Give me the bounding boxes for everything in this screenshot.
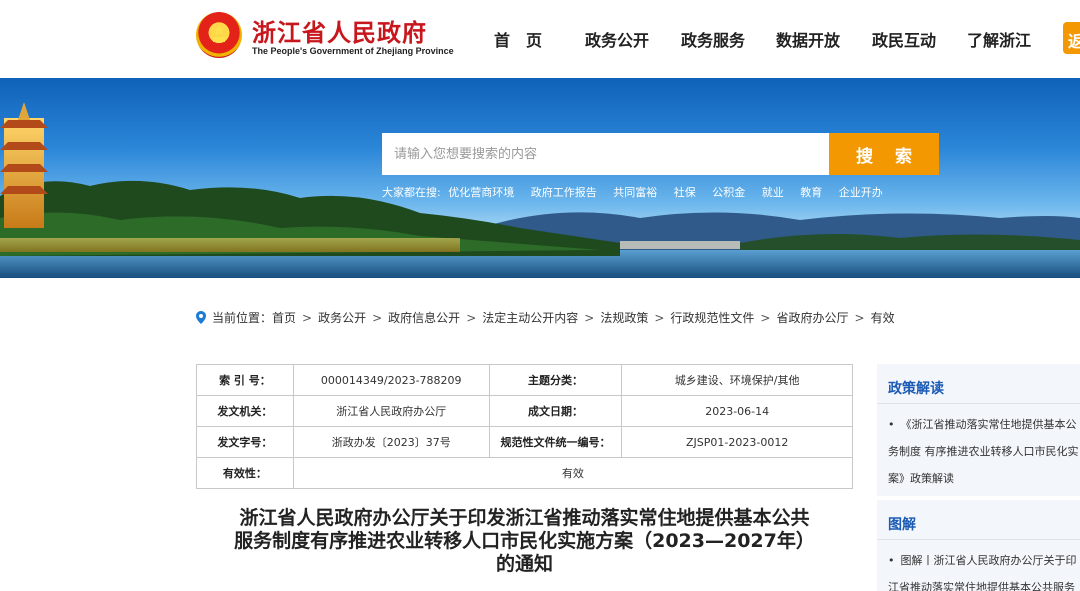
breadcrumb-separator: > <box>654 310 665 325</box>
hero-banner: 搜 索 大家都在搜: 优化营商环境 政府工作报告 共同富裕 社保 公积金 就业 … <box>0 78 1080 278</box>
hot-term[interactable]: 就业 <box>762 186 784 199</box>
breadcrumb-item[interactable]: 政府信息公开 <box>388 309 460 326</box>
policy-link-text: 《浙江省推动落实常住地提供基本公 <box>900 418 1077 431</box>
breadcrumb-item[interactable]: 首页 <box>272 309 296 326</box>
nav-government-affairs[interactable]: 政务公开 <box>585 27 649 51</box>
validity-label: 有效性： <box>196 457 294 489</box>
code-label: 规范性文件统一编号： <box>488 426 623 458</box>
location-pin-icon <box>196 311 206 324</box>
policy-interpretation-link[interactable]: • 《浙江省推动落实常住地提供基本公 务制度 有序推进农业转移人口市民化实 案》政… <box>877 404 1080 492</box>
site-title[interactable]: 浙江省人民政府 <box>252 13 427 48</box>
policy-interpretation-heading[interactable]: 政策解读 <box>877 364 1080 404</box>
document-title-line: 服务制度有序推进农业转移人口市民化实施方案（2023—2027年） <box>234 530 815 552</box>
hot-searches: 大家都在搜: 优化营商环境 政府工作报告 共同富裕 社保 公积金 就业 教育 企… <box>382 184 896 200</box>
hot-searches-label: 大家都在搜: <box>382 186 441 199</box>
search-button[interactable]: 搜 索 <box>829 133 939 175</box>
hot-term[interactable]: 社保 <box>674 186 696 199</box>
document-meta-table: 索 引 号： 000014349/2023-788209 主题分类： 城乡建设、… <box>196 364 854 489</box>
graphic-link-text: 江省推动落实常住地提供基本公共服务 <box>888 581 1075 591</box>
issuer-value: 浙江省人民政府办公厅 <box>292 395 490 427</box>
breadcrumb-separator: > <box>854 310 865 325</box>
hot-term[interactable]: 政府工作报告 <box>531 186 597 199</box>
breadcrumb-separator: > <box>760 310 771 325</box>
document-title-line: 浙江省人民政府办公厅关于印发浙江省推动落实常住地提供基本公共 <box>239 507 810 529</box>
date-label: 成文日期： <box>488 395 623 427</box>
breadcrumb-item[interactable]: 法定主动公开内容 <box>482 309 578 326</box>
topic-label: 主题分类： <box>488 364 623 396</box>
index-value: 000014349/2023-788209 <box>292 364 490 396</box>
graphic-interpretation-heading[interactable]: 图解 <box>877 500 1080 540</box>
docno-label: 发文字号： <box>196 426 294 458</box>
breadcrumb-item[interactable]: 行政规范性文件 <box>670 309 754 326</box>
table-row: 发文字号： 浙政办发〔2023〕37号 规范性文件统一编号： ZJSP01-20… <box>196 426 853 458</box>
hot-term[interactable]: 教育 <box>800 186 822 199</box>
hot-term[interactable]: 共同富裕 <box>613 186 657 199</box>
graphic-link-text: 图解丨浙江省人民政府办公厅关于印 <box>900 554 1077 567</box>
breadcrumb-label: 当前位置： <box>212 311 273 325</box>
site-header: 浙江省人民政府 The People's Government of Zheji… <box>0 0 1080 78</box>
graphic-interpretation-panel: 图解 • 图解丨浙江省人民政府办公厅关于印 江省推动落实常住地提供基本公共服务 <box>877 500 1080 591</box>
breadcrumb-separator: > <box>302 310 313 325</box>
breadcrumb-item-current[interactable]: 有效 <box>871 309 895 326</box>
hot-term[interactable]: 企业开办 <box>839 186 883 199</box>
table-row: 有效性： 有效 <box>196 457 854 489</box>
index-label: 索 引 号： <box>196 364 294 396</box>
hot-term[interactable]: 优化营商环境 <box>448 186 514 199</box>
breadcrumb-item[interactable]: 政务公开 <box>318 309 366 326</box>
nav-open-data[interactable]: 数据开放 <box>776 27 840 51</box>
breadcrumb-item[interactable]: 省政府办公厅 <box>776 309 848 326</box>
table-row: 索 引 号： 000014349/2023-788209 主题分类： 城乡建设、… <box>196 364 853 396</box>
bullet-icon: • <box>888 418 895 431</box>
nav-extra-button[interactable]: 返 <box>1063 22 1080 54</box>
document-title-line: 的通知 <box>495 553 553 575</box>
breadcrumb-separator: > <box>584 310 595 325</box>
table-row: 发文机关： 浙江省人民政府办公厅 成文日期： 2023-06-14 <box>196 395 853 427</box>
site-subtitle: The People's Government of Zhejiang Prov… <box>252 46 454 56</box>
west-lake-scene <box>0 102 1080 278</box>
nav-about-zhejiang[interactable]: 了解浙江 <box>967 27 1031 51</box>
nav-services[interactable]: 政务服务 <box>681 27 745 51</box>
graphic-interpretation-link[interactable]: • 图解丨浙江省人民政府办公厅关于印 江省推动落实常住地提供基本公共服务 <box>877 540 1080 591</box>
nav-home[interactable]: 首 页 <box>494 27 542 51</box>
nav-interaction[interactable]: 政民互动 <box>872 27 936 51</box>
breadcrumb: 当前位置： 首页 > 政务公开 > 政府信息公开 > 法定主动公开内容 > 法规… <box>196 309 895 326</box>
code-value: ZJSP01-2023-0012 <box>621 426 853 458</box>
issuer-label: 发文机关： <box>196 395 294 427</box>
bullet-icon: • <box>888 554 895 567</box>
validity-value: 有效 <box>292 457 854 489</box>
breadcrumb-separator: > <box>466 310 477 325</box>
policy-link-text: 务制度 有序推进农业转移人口市民化实 <box>888 445 1079 458</box>
policy-interpretation-panel: 政策解读 • 《浙江省推动落实常住地提供基本公 务制度 有序推进农业转移人口市民化… <box>877 364 1080 496</box>
topic-value: 城乡建设、环境保护/其他 <box>621 364 853 396</box>
date-value: 2023-06-14 <box>621 395 853 427</box>
breadcrumb-separator: > <box>372 310 383 325</box>
search-input[interactable] <box>382 133 829 175</box>
document-title: 浙江省人民政府办公厅关于印发浙江省推动落实常住地提供基本公共 服务制度有序推进农… <box>196 507 853 576</box>
breadcrumb-item[interactable]: 法规政策 <box>600 309 648 326</box>
national-emblem-icon[interactable] <box>196 12 242 58</box>
docno-value: 浙政办发〔2023〕37号 <box>292 426 490 458</box>
leifeng-pagoda-icon <box>0 102 48 228</box>
hot-term[interactable]: 公积金 <box>712 186 745 199</box>
policy-link-text: 案》政策解读 <box>888 472 954 485</box>
